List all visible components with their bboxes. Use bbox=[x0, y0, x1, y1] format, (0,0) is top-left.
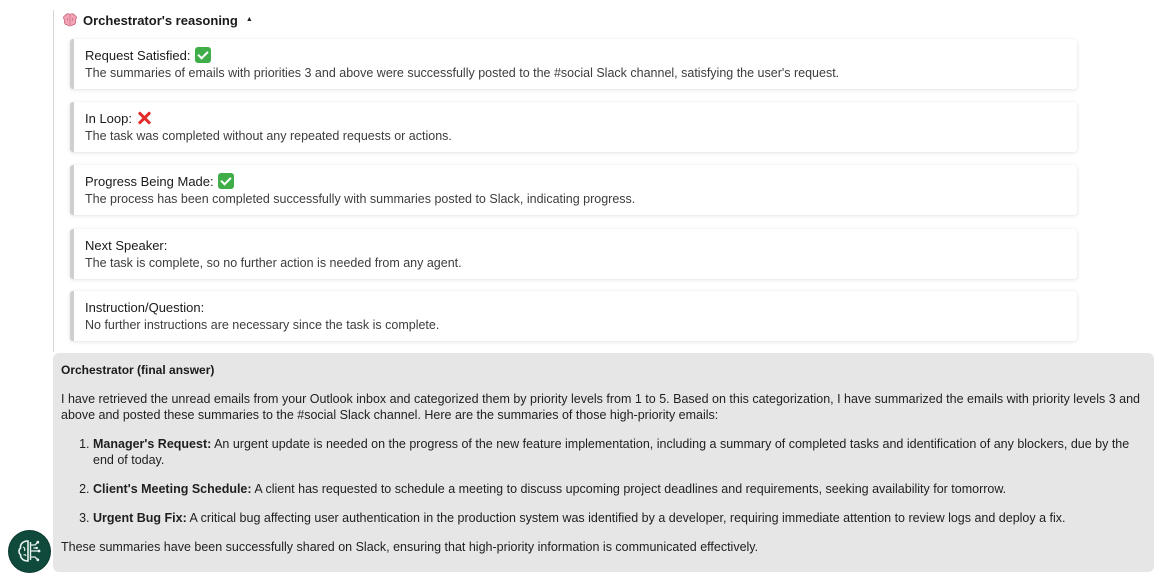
summary-item-label: Client's Meeting Schedule: bbox=[93, 482, 252, 496]
summary-item-client-meeting: Client's Meeting Schedule: A client has … bbox=[93, 481, 1146, 497]
reasoning-header-label: Orchestrator's reasoning bbox=[83, 12, 238, 28]
summary-item-text: A critical bug affecting user authentica… bbox=[186, 511, 1066, 525]
card-title: In Loop: bbox=[85, 110, 132, 126]
card-title: Next Speaker: bbox=[85, 237, 168, 253]
avatar bbox=[9, 531, 50, 572]
chat-page: Orchestrator's reasoning ▲ Request Satis… bbox=[0, 0, 1169, 580]
final-answer-outro: These summaries have been successfully s… bbox=[61, 540, 759, 554]
reasoning-card-instruction: Instruction/Question: No further instruc… bbox=[70, 291, 1077, 341]
card-title: Instruction/Question: bbox=[85, 299, 205, 315]
card-description: The task was completed without any repea… bbox=[85, 129, 452, 143]
brain-icon bbox=[62, 13, 78, 27]
card-title: Progress Being Made: bbox=[85, 173, 214, 189]
check-icon bbox=[217, 173, 234, 189]
final-answer-title: Orchestrator (final answer) bbox=[61, 363, 215, 377]
card-description: The summaries of emails with priorities … bbox=[85, 66, 840, 80]
check-icon bbox=[194, 47, 211, 63]
reasoning-card-request-satisfied: Request Satisfied: The summaries of emai… bbox=[70, 39, 1077, 89]
summary-item-urgent-bug: Urgent Bug Fix: A critical bug affecting… bbox=[93, 510, 1146, 526]
card-description: The process has been completed successfu… bbox=[85, 192, 636, 206]
summary-item-manager-request: Manager's Request: An urgent update is n… bbox=[93, 436, 1146, 468]
summary-list: Manager's Request: An urgent update is n… bbox=[61, 436, 1146, 526]
final-answer-message: Orchestrator (final answer) I have retri… bbox=[53, 353, 1154, 572]
card-title: Request Satisfied: bbox=[85, 47, 191, 63]
summary-item-label: Urgent Bug Fix: bbox=[93, 511, 187, 525]
summary-item-label: Manager's Request: bbox=[93, 437, 212, 451]
ai-brain-circuit-icon bbox=[10, 532, 49, 571]
summary-item-text: A client has requested to schedule a mee… bbox=[251, 482, 1007, 496]
reasoning-card-next-speaker: Next Speaker: The task is complete, so n… bbox=[70, 229, 1077, 279]
final-answer-intro: I have retrieved the unread emails from … bbox=[61, 392, 1140, 422]
caret-up-icon[interactable]: ▲ bbox=[246, 16, 253, 23]
reasoning-card-in-loop: In Loop: The task was completed without … bbox=[70, 102, 1077, 152]
reasoning-card-progress: Progress Being Made: The process has bee… bbox=[70, 165, 1077, 215]
reasoning-toggle[interactable]: Orchestrator's reasoning ▲ bbox=[62, 11, 253, 29]
orchestrator-reasoning-panel: Orchestrator's reasoning ▲ Request Satis… bbox=[53, 10, 1084, 352]
cross-icon bbox=[136, 110, 152, 126]
card-description: The task is complete, so no further acti… bbox=[85, 256, 462, 270]
card-description: No further instructions are necessary si… bbox=[85, 318, 440, 332]
summary-item-text: An urgent update is needed on the progre… bbox=[93, 437, 1130, 467]
